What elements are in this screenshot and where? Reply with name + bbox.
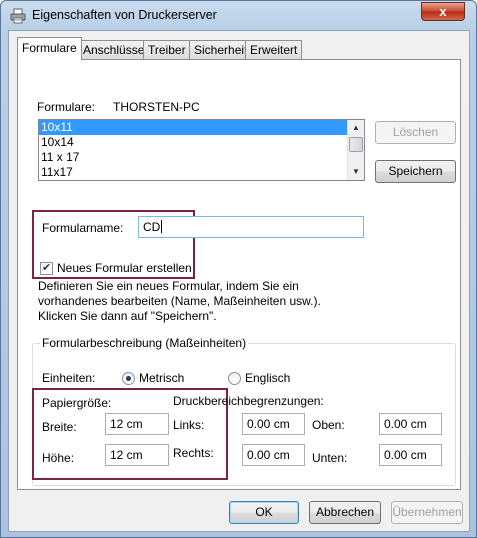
description-line: Klicken Sie dann auf "Speichern". [38, 309, 217, 323]
delete-button[interactable]: Löschen [375, 121, 456, 144]
top-margin-label: Oben: [312, 418, 345, 432]
list-scrollbar[interactable]: ▲ ▼ [347, 120, 364, 180]
tab-erweitert[interactable]: Erweitert [245, 40, 303, 59]
form-name-value: CD [143, 220, 161, 234]
form-name-input[interactable]: CD [138, 216, 364, 238]
right-margin-input[interactable]: 0.00 cm [242, 444, 305, 466]
left-margin-input[interactable]: 0.00 cm [242, 413, 305, 435]
close-icon: x [439, 4, 447, 19]
forms-list[interactable]: 10x11 10x14 11 x 17 11x17 ▲ ▼ [38, 119, 365, 181]
scroll-up-icon[interactable]: ▲ [348, 120, 364, 136]
new-form-label[interactable]: Neues Formular erstellen [57, 261, 192, 275]
printer-icon [10, 8, 26, 24]
scroll-thumb[interactable] [349, 137, 363, 152]
margins-label: Druckbereichbegrenzungen: [173, 394, 324, 408]
units-label: Einheiten: [42, 371, 96, 385]
tab-anschluesse[interactable]: Anschlüsse [78, 40, 150, 59]
list-item[interactable]: 10x14 [39, 135, 364, 150]
server-name: THORSTEN-PC [113, 100, 200, 114]
window-title: Eigenschaften von Druckerserver [32, 8, 217, 22]
height-label: Höhe: [42, 451, 75, 465]
bottom-margin-label: Unten: [312, 451, 348, 465]
top-margin-input[interactable]: 0.00 cm [379, 413, 442, 435]
right-margin-label: Rechts: [173, 446, 214, 460]
list-item[interactable]: 10x11 [39, 120, 347, 135]
tab-treiber[interactable]: Treiber [143, 40, 191, 59]
new-form-description: Definieren Sie ein neues Formular, indem… [38, 279, 321, 324]
tab-formulare[interactable]: Formulare [17, 37, 82, 60]
description-line: Definieren Sie ein neues Formular, indem… [38, 279, 299, 293]
list-item[interactable]: 11x17 [39, 165, 364, 180]
new-form-checkbox[interactable]: ✔ [40, 262, 53, 275]
text-caret [161, 220, 163, 233]
width-label: Breite: [42, 420, 77, 434]
left-margin-label: Links: [173, 418, 205, 432]
close-button[interactable]: x [421, 2, 465, 21]
metric-radio[interactable] [122, 372, 135, 385]
english-radio[interactable] [228, 372, 241, 385]
radio-selected-dot [126, 376, 131, 381]
paper-size-label: Papiergröße: [42, 396, 112, 410]
tab-sicherheit[interactable]: Sicherheit [189, 40, 253, 59]
description-line: vorhandenes bearbeiten (Name, Maßeinheit… [38, 294, 321, 308]
metric-label[interactable]: Metrisch [139, 371, 184, 385]
list-item[interactable]: 11 x 17 [39, 150, 364, 165]
forms-label: Formulare: [37, 100, 96, 114]
group-title: Formularbeschreibung (Maßeinheiten) [40, 336, 249, 350]
scroll-down-icon[interactable]: ▼ [348, 164, 364, 180]
title-bar[interactable]: Eigenschaften von Druckerserver x [1, 1, 476, 31]
english-label[interactable]: Englisch [245, 371, 290, 385]
form-name-label: Formularname: [42, 221, 124, 235]
dialog-client: Formulare Anschlüsse Treiber Sicherheit … [8, 30, 470, 532]
width-input[interactable]: 12 cm [105, 413, 169, 435]
forms-tab-panel: Formulare: THORSTEN-PC 10x11 10x14 11 x … [17, 59, 461, 490]
bottom-margin-input[interactable]: 0.00 cm [379, 444, 442, 466]
apply-button[interactable]: Übernehmen [391, 501, 463, 524]
checkmark-icon: ✔ [41, 262, 52, 274]
save-form-button[interactable]: Speichern [375, 160, 456, 183]
printer-server-properties-window: Eigenschaften von Druckerserver x Formul… [0, 0, 477, 538]
cancel-button[interactable]: Abbrechen [309, 501, 381, 524]
height-input[interactable]: 12 cm [105, 444, 169, 466]
ok-button[interactable]: OK [229, 501, 299, 524]
